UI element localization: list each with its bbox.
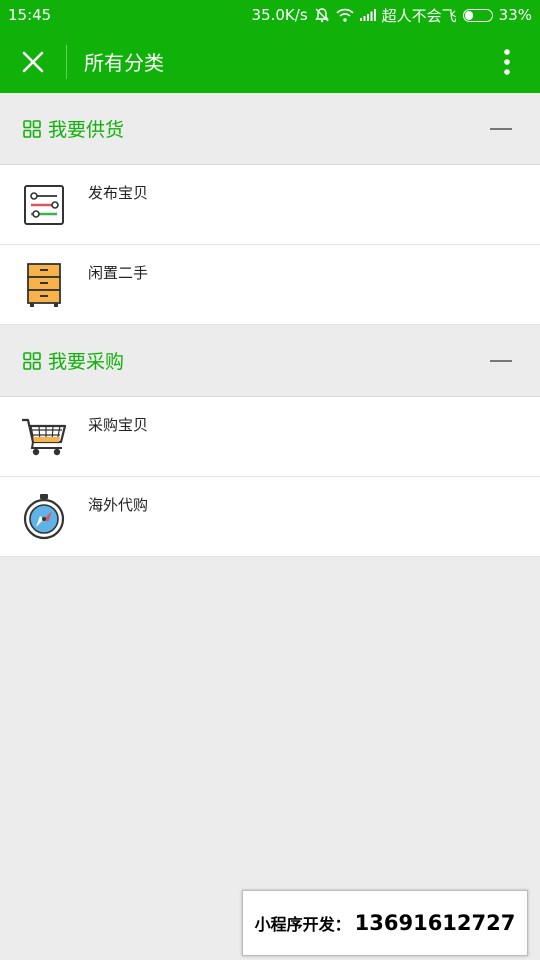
battery-fill [464, 10, 474, 20]
section-title: 我要采购 [48, 351, 125, 373]
more-vertical-icon [504, 48, 510, 75]
close-icon [22, 51, 44, 72]
section-header-supply[interactable]: 我要供货 [0, 93, 540, 165]
section-title: 我要供货 [48, 119, 125, 141]
grid-icon [23, 351, 41, 370]
carrier-name: 超人不会飞 [381, 6, 457, 25]
more-menu-button[interactable] [474, 30, 540, 93]
status-indicators: 35.0K/s 超人不会飞 33% [252, 5, 532, 26]
compass-icon [0, 477, 88, 557]
mute-bell-icon [314, 7, 330, 23]
category-list: 我要供货 发布宝贝 闲置二手 我要采购 采购宝贝 海外代购 [0, 93, 540, 557]
list-item-label: 海外代购 [88, 496, 149, 514]
list-item-overseas[interactable]: 海外代购 [0, 477, 540, 557]
close-button[interactable] [0, 30, 66, 93]
status-time: 15:45 [8, 6, 52, 24]
list-item-label: 发布宝贝 [88, 184, 149, 202]
cabinet-icon [0, 245, 88, 325]
contact-number: 13691612727 [354, 911, 516, 935]
shopping-cart-icon [0, 397, 88, 477]
section-header-purchase[interactable]: 我要采购 [0, 325, 540, 397]
app-bar: 所有分类 [0, 30, 540, 93]
status-bar: 15:45 35.0K/s 超人不会飞 33% [0, 0, 540, 30]
list-item-label: 采购宝贝 [88, 416, 149, 434]
grid-icon [23, 119, 41, 138]
collapse-icon[interactable] [490, 127, 512, 130]
wifi-icon [336, 8, 354, 22]
collapse-icon[interactable] [490, 359, 512, 362]
list-item-publish[interactable]: 发布宝贝 [0, 165, 540, 245]
sliders-icon [0, 165, 88, 245]
list-item-buy[interactable]: 采购宝贝 [0, 397, 540, 477]
battery-icon [462, 8, 493, 22]
page-title: 所有分类 [84, 51, 164, 75]
list-item-label: 闲置二手 [88, 264, 149, 282]
list-item-secondhand[interactable]: 闲置二手 [0, 245, 540, 325]
contact-label: 小程序开发： [254, 915, 351, 934]
signal-icon [359, 9, 376, 21]
network-speed: 35.0K/s [251, 6, 308, 24]
developer-contact-banner: 小程序开发： 13691612727 [242, 890, 528, 956]
battery-percent: 33% [498, 6, 532, 24]
